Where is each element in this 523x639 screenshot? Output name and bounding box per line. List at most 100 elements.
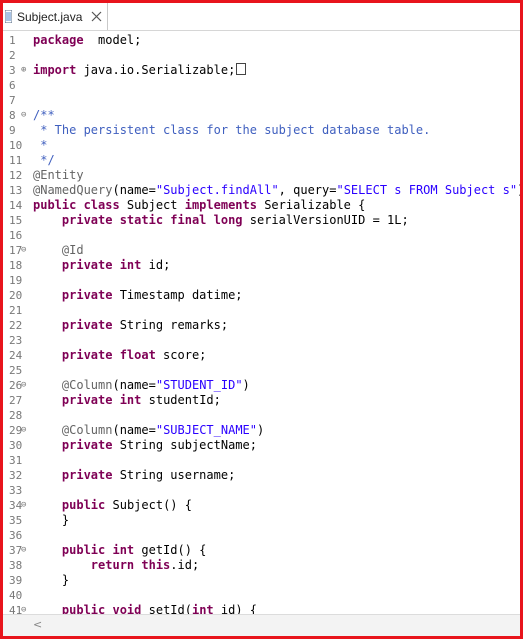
code-line[interactable]: 26 ⊖ @Column(name="STUDENT_ID") (3, 378, 520, 393)
code-line[interactable]: 2 (3, 48, 520, 63)
code-line[interactable]: 13 @NamedQuery(name="Subject.findAll", qu… (3, 183, 520, 198)
horizontal-scrollbar[interactable]: < (3, 614, 520, 636)
code-line[interactable]: 19 (3, 273, 520, 288)
code-token: return this (90, 558, 171, 572)
line-number: 14 (9, 199, 23, 212)
code-line[interactable]: 12 @Entity (3, 168, 520, 183)
code-token: @Column (61, 378, 113, 392)
folded-imports-box[interactable] (236, 63, 247, 75)
code-line[interactable]: 30 private String subjectName; (3, 438, 520, 453)
fold-collapse-icon[interactable]: ⊖ (21, 246, 30, 255)
code-line[interactable]: 16 (3, 228, 520, 243)
code-line[interactable]: 14 public class Subject implements Serial… (3, 198, 520, 213)
fold-collapse-icon[interactable]: ⊖ (21, 381, 30, 390)
fold-collapse-icon[interactable]: ⊖ (21, 606, 30, 615)
code-line[interactable]: 35 } (3, 513, 520, 528)
line-number: 16 (9, 229, 23, 242)
code-token: String remarks; (112, 318, 229, 332)
code-text: @Column(name="SUBJECT_NAME") (33, 423, 264, 438)
fold-expand-icon[interactable]: ⊕ (21, 66, 30, 75)
code-token: @Id (61, 243, 84, 257)
line-number: 22 (9, 319, 23, 332)
code-line[interactable]: 33 (3, 483, 520, 498)
code-line[interactable]: 23 (3, 333, 520, 348)
line-number: 36 (9, 529, 23, 542)
code-line[interactable]: 20 private Timestamp datime; (3, 288, 520, 303)
tab-subject-java[interactable]: Subject.java (3, 3, 108, 30)
code-line[interactable]: 21 (3, 303, 520, 318)
close-icon[interactable] (91, 11, 102, 22)
code-token: , query= (278, 183, 337, 197)
code-token: "STUDENT_ID" (155, 378, 243, 392)
code-line[interactable]: 37 ⊖ public int getId() { (3, 543, 520, 558)
line-number: 28 (9, 409, 23, 422)
line-number: 23 (9, 334, 23, 347)
code-text: @Id (33, 243, 84, 258)
fold-collapse-icon[interactable]: ⊖ (21, 111, 30, 120)
code-line[interactable]: 8 ⊖/** (3, 108, 520, 123)
code-text: /** (33, 108, 55, 123)
code-token: model; (83, 33, 142, 47)
line-number: 1 (9, 34, 16, 47)
code-line[interactable]: 17 ⊖ @Id (3, 243, 520, 258)
code-token: /** (33, 108, 55, 122)
line-number: 40 (9, 589, 23, 602)
code-line[interactable]: 25 (3, 363, 520, 378)
code-token: private (61, 318, 113, 332)
code-token: java.io.Serializable; (76, 63, 236, 77)
code-token: public class (33, 198, 120, 212)
code-line[interactable]: 36 (3, 528, 520, 543)
code-token: score; (155, 348, 207, 362)
code-text: public int getId() { (33, 543, 207, 558)
editor-window: Subject.java 1 package model; 2 3 ⊕ import ja… (0, 0, 523, 639)
code-line[interactable]: 11 */ (3, 153, 520, 168)
line-number: 31 (9, 454, 23, 467)
code-line[interactable]: 24 private float score; (3, 348, 520, 363)
code-line[interactable]: 18 private int id; (3, 258, 520, 273)
code-text: public void setId(int id) { (33, 603, 257, 614)
line-number: 38 (9, 559, 23, 572)
code-line[interactable]: 10 * (3, 138, 520, 153)
fold-collapse-icon[interactable]: ⊖ (21, 546, 30, 555)
code-text: public class Subject implements Serializ… (33, 198, 365, 213)
code-token: } (33, 573, 70, 587)
code-token: private float (61, 348, 156, 362)
code-line[interactable]: 3 ⊕ import java.io.Serializable; (3, 63, 520, 78)
fold-collapse-icon[interactable]: ⊖ (21, 426, 30, 435)
code-line[interactable]: 39 } (3, 573, 520, 588)
code-line[interactable]: 38 return this.id; (3, 558, 520, 573)
fold-collapse-icon[interactable]: ⊖ (21, 501, 30, 510)
code-line[interactable]: 31 (3, 453, 520, 468)
code-text: import java.io.Serializable; (33, 63, 247, 78)
code-token: */ (33, 153, 55, 167)
line-number: 6 (9, 79, 16, 92)
line-number: 15 (9, 214, 23, 227)
code-text: } (33, 513, 69, 528)
code-token: getId() { (134, 543, 207, 557)
code-line[interactable]: 9 * The persistent class for the subject… (3, 123, 520, 138)
code-line[interactable]: 6 (3, 78, 520, 93)
code-line[interactable]: 7 (3, 93, 520, 108)
code-line[interactable]: 27 private int studentId; (3, 393, 520, 408)
code-line[interactable]: 32 private String username; (3, 468, 520, 483)
code-line[interactable]: 1 package model; (3, 33, 520, 48)
code-line[interactable]: 28 (3, 408, 520, 423)
code-line[interactable]: 29 ⊖ @Column(name="SUBJECT_NAME") (3, 423, 520, 438)
code-token: (name= (112, 378, 156, 392)
scroll-left-arrow[interactable]: < (33, 618, 42, 631)
line-number: 39 (9, 574, 23, 587)
code-line[interactable]: 40 (3, 588, 520, 603)
code-token: setId( (141, 603, 192, 614)
code-text: private static final long serialVersionU… (33, 213, 409, 228)
code-line[interactable]: 34 ⊖ public Subject() { (3, 498, 520, 513)
code-editor[interactable]: 1 package model; 2 3 ⊕ import java.io.Seriali… (3, 31, 520, 614)
code-token: * (33, 138, 48, 152)
code-line[interactable]: 41 ⊖ public void setId(int id) { (3, 603, 520, 614)
code-token: Timestamp datime; (112, 288, 243, 302)
code-text: * (33, 138, 47, 153)
code-line[interactable]: 15 private static final long serialVersi… (3, 213, 520, 228)
code-line[interactable]: 22 private String remarks; (3, 318, 520, 333)
